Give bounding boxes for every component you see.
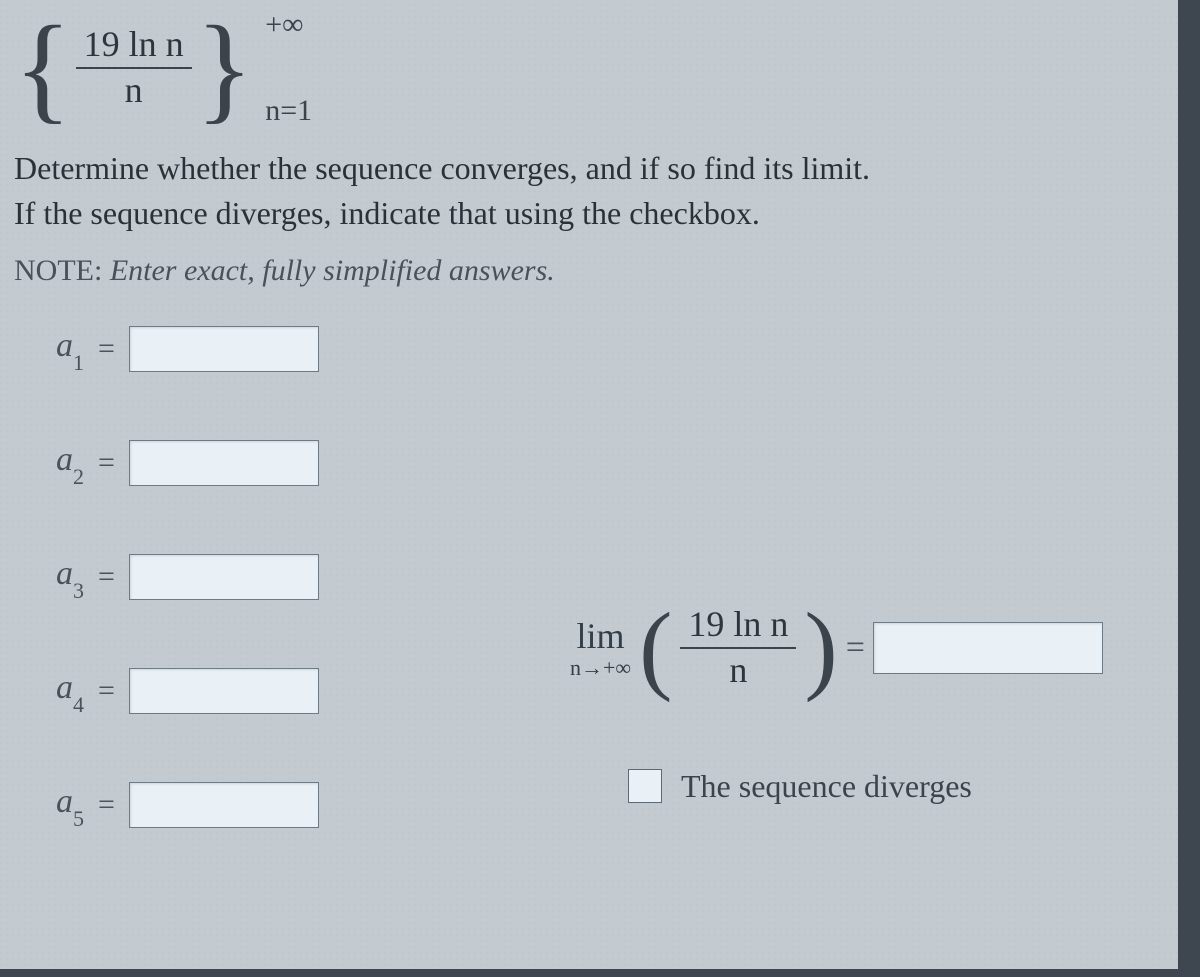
lim-operator: lim n→+∞	[570, 615, 631, 681]
term-label-a5: a5	[14, 783, 84, 826]
lim-text: lim	[577, 615, 625, 657]
instructions-text: Determine whether the sequence converges…	[14, 146, 1164, 236]
term-list: a1 = a2 = a3 = a4 =	[14, 326, 1164, 828]
term-label-a2: a2	[14, 441, 84, 484]
equals-sign: =	[98, 674, 115, 708]
term-row-a3: a3 =	[14, 554, 1164, 600]
term-label-a3: a3	[14, 555, 84, 598]
diverges-checkbox[interactable]	[628, 769, 662, 803]
instructions-line-2: If the sequence diverges, indicate that …	[14, 195, 760, 231]
note-text: NOTE: Enter exact, fully simplified answ…	[14, 250, 1164, 292]
note-emphasis: Enter exact, fully simplified answers.	[110, 254, 555, 287]
equals-sign: =	[846, 629, 865, 667]
term-input-a2[interactable]	[129, 440, 319, 486]
limit-fraction: 19 ln n n	[680, 605, 796, 690]
term-label-a4: a4	[14, 669, 84, 712]
term-input-a4[interactable]	[129, 668, 319, 714]
sequence-bounds: +∞ n=1	[257, 8, 347, 128]
equals-sign: =	[98, 788, 115, 822]
sequence-definition: { 19 ln n n } +∞ n=1	[14, 8, 1164, 128]
right-paren-icon: )	[804, 598, 837, 698]
sequence-upper-bound: +∞	[265, 8, 303, 42]
equals-sign: =	[98, 446, 115, 480]
term-input-a5[interactable]	[129, 782, 319, 828]
term-input-a3[interactable]	[129, 554, 319, 600]
term-row-a5: a5 =	[14, 782, 1164, 828]
lim-approach: n→+∞	[570, 655, 631, 681]
limit-expression: lim n→+∞ ( 19 ln n n ) =	[570, 598, 1103, 698]
term-row-a1: a1 =	[14, 326, 1164, 372]
sequence-fraction: 19 ln n n	[76, 25, 192, 110]
term-row-a2: a2 =	[14, 440, 1164, 486]
equals-sign: =	[98, 332, 115, 366]
left-paren-icon: (	[639, 598, 672, 698]
sequence-denominator: n	[125, 69, 143, 111]
term-input-a1[interactable]	[129, 326, 319, 372]
limit-denominator: n	[729, 649, 747, 691]
limit-numerator: 19 ln n	[680, 605, 796, 649]
equals-sign: =	[98, 560, 115, 594]
note-prefix: NOTE:	[14, 254, 110, 287]
limit-input[interactable]	[873, 622, 1103, 674]
right-brace-icon: }	[196, 8, 254, 128]
left-brace-icon: {	[14, 8, 72, 128]
diverges-row: The sequence diverges	[624, 766, 972, 806]
term-label-a1: a1	[14, 327, 84, 370]
sequence-lower-bound: n=1	[265, 94, 312, 128]
diverges-label: The sequence diverges	[681, 768, 972, 805]
sequence-numerator: 19 ln n	[76, 25, 192, 69]
instructions-line-1: Determine whether the sequence converges…	[14, 150, 870, 186]
